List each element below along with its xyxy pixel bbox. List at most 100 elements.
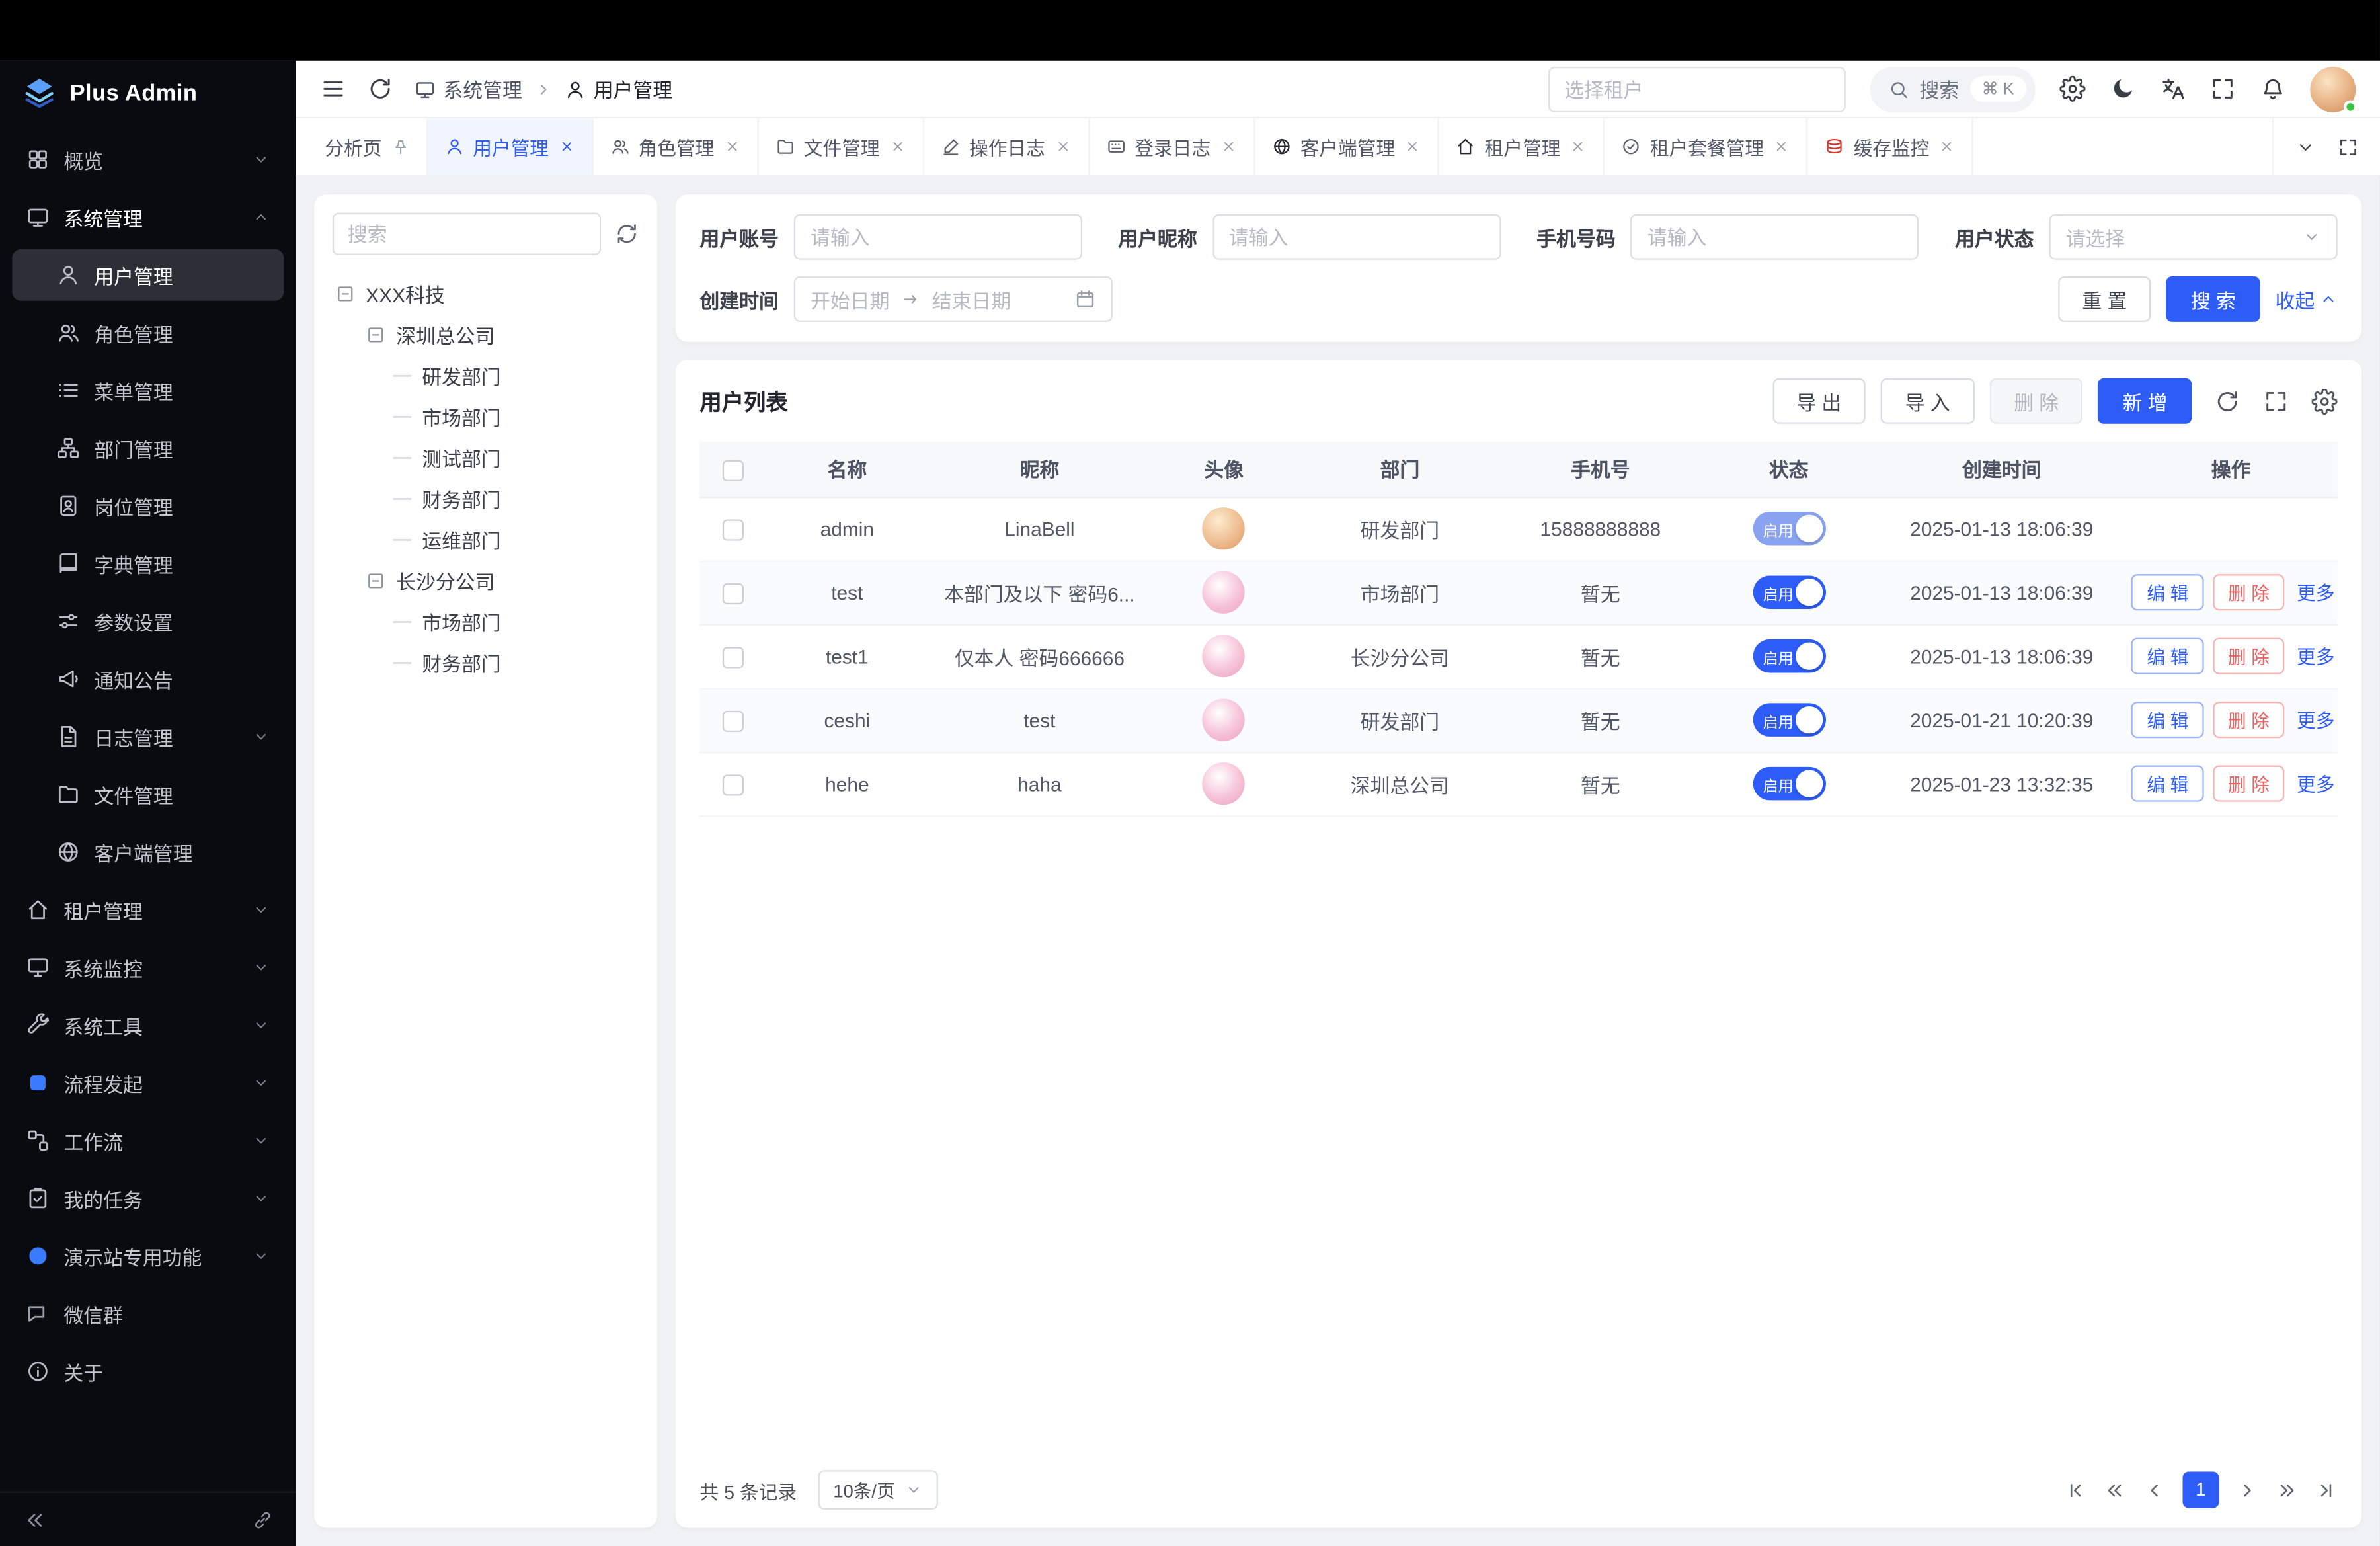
sidebar-item-system-monitor[interactable]: 系统监控 [12, 942, 284, 993]
tree-node[interactable]: 市场部门 [333, 396, 639, 437]
export-button[interactable]: 导 出 [1772, 378, 1865, 424]
next-5-pages-icon[interactable] [2276, 1479, 2298, 1501]
tab-tenant-package-mgmt[interactable]: 租户套餐管理 [1605, 118, 1808, 175]
sidebar-item-client-mgmt[interactable]: 客户端管理 [12, 826, 284, 877]
tree-node[interactable]: XXX科技 [333, 273, 639, 314]
import-button[interactable]: 导 入 [1881, 378, 1974, 424]
close-icon[interactable] [889, 138, 905, 155]
tree-node[interactable]: 市场部门 [333, 601, 639, 642]
sidebar-item-dept-mgmt[interactable]: 部门管理 [12, 422, 284, 473]
edit-button[interactable]: 编 辑 [2132, 766, 2204, 802]
close-icon[interactable] [1938, 138, 1955, 155]
edit-button[interactable]: 编 辑 [2132, 638, 2204, 674]
tab-file-mgmt[interactable]: 文件管理 [758, 118, 924, 175]
delete-button[interactable]: 删 除 [1989, 378, 2082, 424]
sidebar-item-system-tools[interactable]: 系统工具 [12, 999, 284, 1051]
row-checkbox[interactable] [722, 647, 743, 668]
page-number-1[interactable]: 1 [2183, 1472, 2219, 1508]
reset-button[interactable]: 重 置 [2058, 276, 2151, 322]
minus-square-icon[interactable] [335, 284, 355, 304]
close-icon[interactable] [1054, 138, 1071, 155]
table-fullscreen-icon[interactable] [2263, 388, 2289, 414]
minus-square-icon[interactable] [366, 325, 385, 345]
status-toggle[interactable]: 启用 [1753, 575, 1825, 609]
delete-button[interactable]: 删 除 [2213, 574, 2285, 610]
sidebar-item-log-mgmt[interactable]: 日志管理 [12, 711, 284, 762]
sidebar-item-demo-features[interactable]: 演示站专用功能 [12, 1230, 284, 1282]
close-icon[interactable] [723, 138, 740, 155]
refresh-page-icon[interactable] [368, 76, 393, 102]
edit-button[interactable]: 编 辑 [2132, 574, 2204, 610]
sidebar-item-tenant-mgmt[interactable]: 租户管理 [12, 884, 284, 936]
tab-op-log[interactable]: 操作日志 [924, 118, 1089, 175]
more-button[interactable]: 更多 [2297, 646, 2334, 667]
filter-nickname-input[interactable] [1212, 214, 1501, 260]
first-page-icon[interactable] [2064, 1479, 2086, 1501]
settings-icon[interactable] [2060, 76, 2086, 102]
table-settings-icon[interactable] [2312, 388, 2338, 414]
tree-node[interactable]: 运维部门 [333, 519, 639, 560]
more-button[interactable]: 更多 [2297, 583, 2334, 604]
global-search[interactable]: 搜索 ⌘ K [1870, 66, 2036, 112]
sidebar-item-workflow[interactable]: 工作流 [12, 1115, 284, 1166]
sidebar-item-dict-mgmt[interactable]: 字典管理 [12, 538, 284, 589]
sidebar-item-file-mgmt[interactable]: 文件管理 [12, 768, 284, 820]
breadcrumb-user[interactable]: 用户管理 [565, 75, 672, 104]
pin-icon[interactable] [391, 138, 409, 156]
tab-role-mgmt[interactable]: 角色管理 [593, 118, 758, 175]
sidebar-item-notice[interactable]: 通知公告 [12, 653, 284, 705]
refresh-table-icon[interactable] [2215, 388, 2241, 414]
tab-cache-monitor[interactable]: 缓存监控 [1808, 118, 1973, 175]
sidebar-item-system-mgmt[interactable]: 系统管理 [12, 191, 284, 243]
filter-account-input[interactable] [794, 214, 1082, 260]
close-icon[interactable] [1773, 138, 1790, 155]
sidebar-item-overview[interactable]: 概览 [12, 134, 284, 185]
sidebar-item-process-start[interactable]: 流程发起 [12, 1057, 284, 1109]
filter-created-range[interactable]: 开始日期 结束日期 [794, 276, 1113, 322]
close-icon[interactable] [1404, 138, 1421, 155]
add-button[interactable]: 新 增 [2098, 378, 2192, 424]
page-size-select[interactable]: 10条/页 [818, 1470, 937, 1510]
tree-node[interactable]: 财务部门 [333, 643, 639, 684]
delete-button[interactable]: 删 除 [2213, 702, 2285, 738]
tenant-select[interactable]: 选择租户 [1548, 66, 1845, 112]
minus-square-icon[interactable] [366, 571, 385, 591]
tab-login-log[interactable]: 登录日志 [1089, 118, 1254, 175]
hamburger-icon[interactable] [320, 76, 346, 102]
more-button[interactable]: 更多 [2297, 710, 2334, 731]
prev-5-pages-icon[interactable] [2104, 1479, 2126, 1501]
prev-page-icon[interactable] [2143, 1479, 2166, 1501]
tree-node[interactable]: 长沙分公司 [333, 560, 639, 601]
tab-user-mgmt[interactable]: 用户管理 [427, 118, 592, 175]
user-avatar[interactable] [2310, 66, 2356, 112]
delete-button[interactable]: 删 除 [2213, 638, 2285, 674]
status-toggle[interactable]: 启用 [1753, 512, 1825, 546]
tree-node[interactable]: 研发部门 [333, 355, 639, 396]
filter-status-select[interactable]: 请选择 [2049, 214, 2337, 260]
select-all-checkbox[interactable] [722, 460, 743, 481]
close-icon[interactable] [558, 138, 575, 155]
tab-tenant-mgmt[interactable]: 租户管理 [1439, 118, 1605, 175]
delete-button[interactable]: 删 除 [2213, 766, 2285, 802]
sidebar-item-about[interactable]: 关于 [12, 1346, 284, 1397]
pin-sidebar-icon[interactable] [252, 1509, 273, 1530]
notifications-icon[interactable] [2260, 76, 2286, 102]
breadcrumb-system[interactable]: 系统管理 [415, 75, 522, 104]
next-page-icon[interactable] [2236, 1479, 2258, 1501]
edit-button[interactable]: 编 辑 [2132, 702, 2204, 738]
sidebar-item-wechat-group[interactable]: 微信群 [12, 1288, 284, 1340]
tab-list-dropdown-icon[interactable] [2295, 136, 2316, 157]
sidebar-item-my-tasks[interactable]: 我的任务 [12, 1172, 284, 1224]
tree-node[interactable]: 财务部门 [333, 478, 639, 519]
fullscreen-icon[interactable] [2210, 76, 2236, 102]
row-checkbox[interactable] [722, 710, 743, 731]
status-toggle[interactable]: 启用 [1753, 703, 1825, 737]
close-icon[interactable] [1569, 138, 1586, 155]
language-icon[interactable] [2160, 76, 2186, 102]
dark-mode-icon[interactable] [2110, 76, 2135, 102]
last-page-icon[interactable] [2315, 1479, 2337, 1501]
search-button[interactable]: 搜 索 [2166, 276, 2260, 322]
more-button[interactable]: 更多 [2297, 774, 2334, 795]
tree-node[interactable]: 测试部门 [333, 437, 639, 478]
content-fullscreen-icon[interactable] [2338, 136, 2359, 157]
